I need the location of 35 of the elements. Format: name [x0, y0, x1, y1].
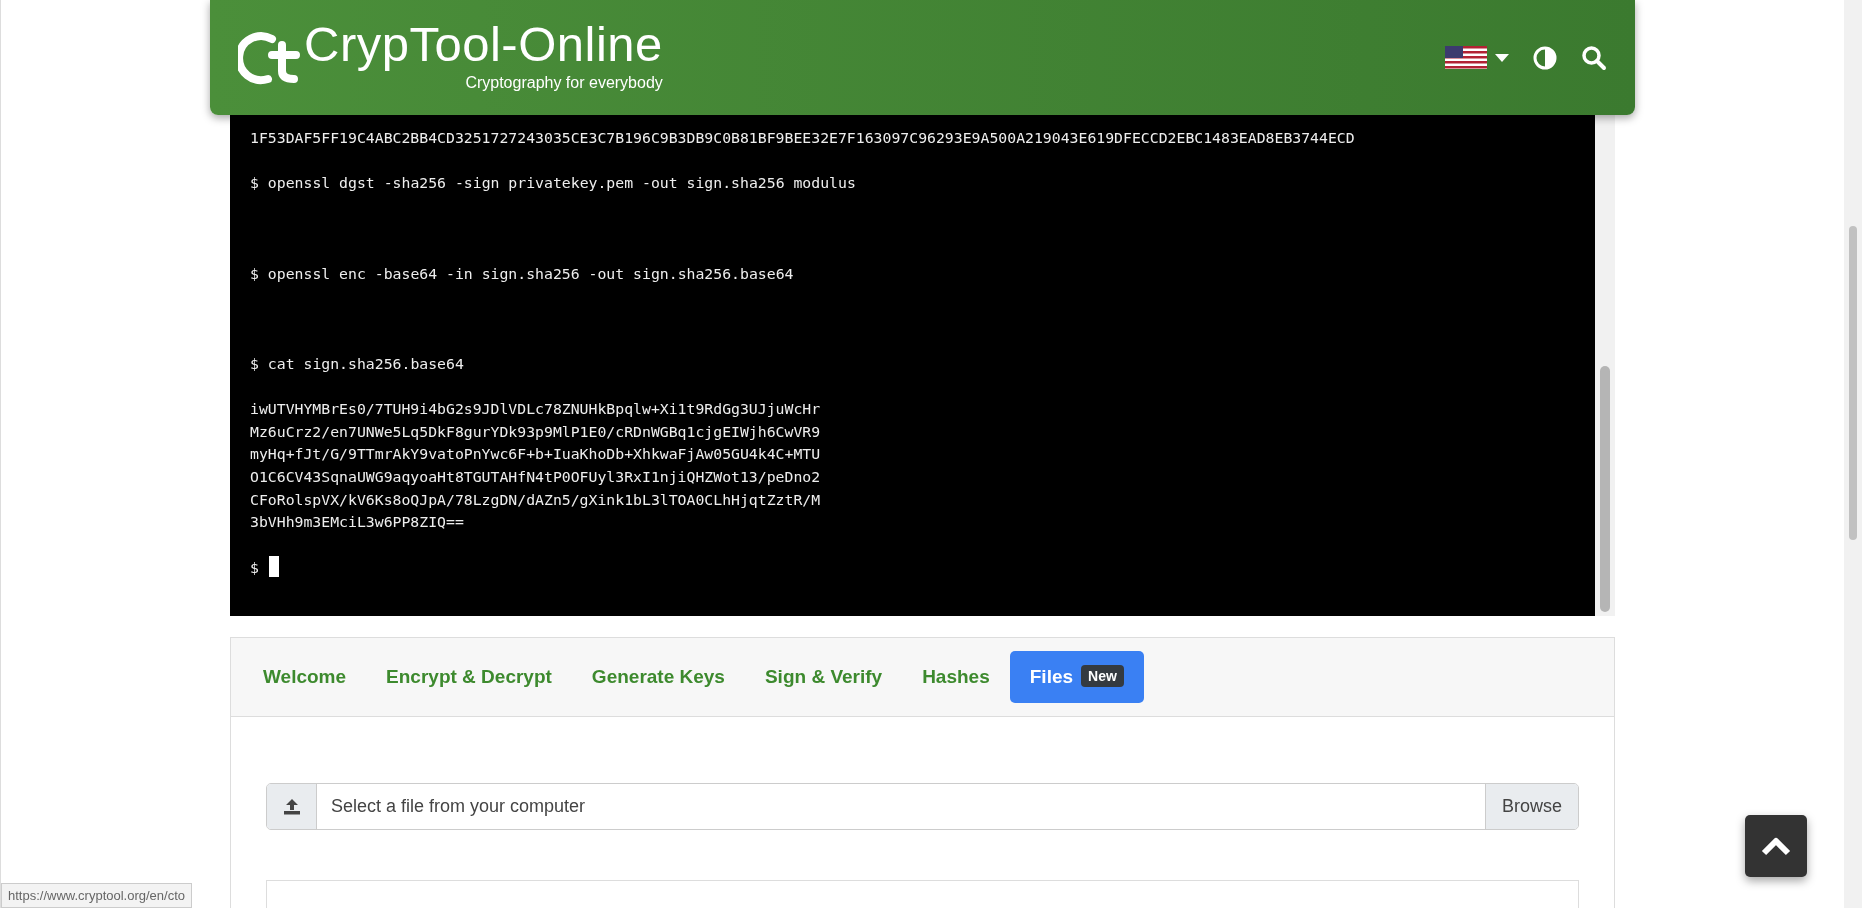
status-url: https://www.cryptool.org/en/cto — [1, 882, 193, 908]
tab[interactable]: Hashes — [902, 650, 1010, 704]
contrast-icon[interactable] — [1533, 45, 1557, 70]
terminal-command: openssl dgst -sha256 -sign privatekey.pem -out sign.sha256 modulus — [267, 174, 856, 192]
tab[interactable]: Welcome — [243, 650, 367, 704]
site-title[interactable]: CrypTool-Online — [304, 20, 663, 69]
terminal-output: 1F53DAF5FF19C4ABC2BB4CD3251727243035CE3C7B196C9B3DB9C0B81BF9BEE32E7F163097C96293E9A500A219043E619DFECCD2EBC1483EAD8EB3744ECD — [250, 129, 1355, 146]
site-tagline: Cryptography for everybody — [464, 73, 663, 93]
logo-icon[interactable] — [238, 30, 300, 85]
terminal-command: openssl enc -base64 -in sign.sha256 -out sign.sha256.base64 — [267, 264, 794, 282]
prompt-symbol: $ — [250, 559, 259, 577]
chevron-up-icon — [1761, 836, 1791, 856]
terminal-output: myHq+fJt/G/9TTmrAkY9vatoPnYwc6F+b+IuaKhoDb+XhkwaFjAw05GU4k4C+MTU — [250, 445, 821, 463]
prompt-symbol: $ — [250, 174, 259, 192]
back-to-top-button[interactable] — [1745, 815, 1807, 877]
scrollbar[interactable] — [1595, 115, 1615, 616]
page-scrollbar[interactable] — [1844, 0, 1862, 908]
prompt-symbol: $ — [250, 264, 259, 282]
tab[interactable]: Sign & Verify — [744, 650, 903, 704]
flag-icon[interactable] — [1445, 46, 1487, 69]
terminal-output: Mz6uCrz2/en7UNWe5Lq5DkF8gurYDk93p9MlP1E0/cRDnWGBq1cjgEIWjh6CwVR9 — [250, 422, 821, 440]
upload-icon — [282, 798, 301, 815]
file-field[interactable]: Select a file from your computer Browse — [266, 783, 1579, 830]
tab[interactable]: Encrypt & Decrypt — [366, 650, 572, 704]
terminal-output: 3bVHh9m3EMciL3w6PP8ZIQ== — [250, 513, 464, 531]
new-badge: New — [1081, 664, 1124, 687]
terminal-output: iwUTVHYMBrEs0/7TUH9i4bG2s9JDlVDLc78ZNUHkBpqlw+Xi1t9RdGg3UJjuWcHr — [250, 400, 821, 418]
terminal-output: O1C6CV43SqnaUWG9aqyoaHt8TGUTAHfN4tP0OFUyl3RxI1njiQHZWot13/peDno2 — [250, 467, 821, 485]
terminal-command: cat sign.sha256.base64 — [267, 354, 464, 372]
tab[interactable]: Generate Keys — [571, 650, 745, 704]
caret-icon[interactable] — [1495, 53, 1509, 62]
prompt-symbol: $ — [250, 354, 259, 372]
browse-button[interactable]: Browse — [1484, 784, 1578, 829]
terminal-output: CFoRolspVX/kV6Ks8oQJpA/78LzgDN/dAZn5/gXink1bL3lTOA0CLhHjqtZztR/M — [250, 490, 821, 508]
search-icon[interactable] — [1581, 44, 1607, 71]
